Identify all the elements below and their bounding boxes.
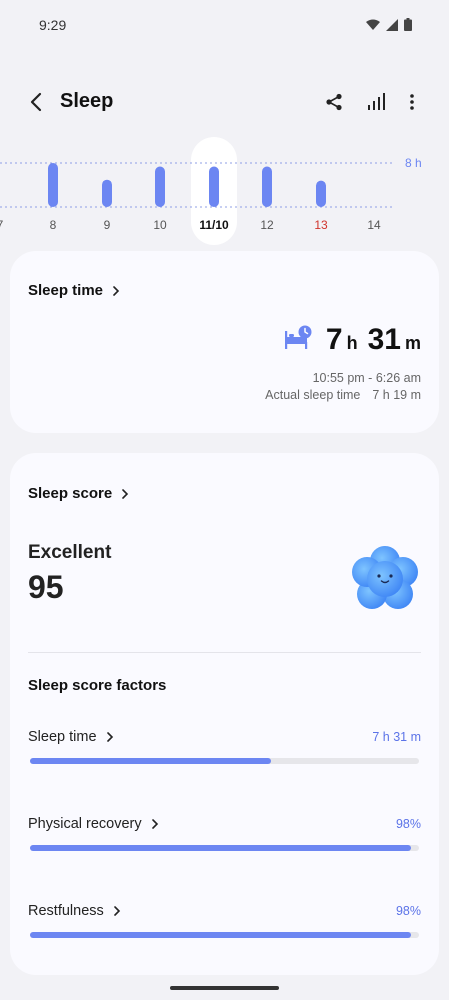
day-label: 13 xyxy=(314,218,328,232)
factor-sleep-time[interactable]: Sleep time 7 h 31 m xyxy=(28,729,421,769)
app-bar: Sleep xyxy=(0,80,449,124)
day-label: 14 xyxy=(367,218,381,232)
progress-fill xyxy=(30,845,412,851)
sleep-score-card[interactable]: Sleep score Excellent 95 Sleep score fac… xyxy=(10,453,439,975)
share-button[interactable] xyxy=(320,88,348,116)
factor-physical-recovery[interactable]: Physical recovery 98% xyxy=(28,816,421,856)
day-bar xyxy=(102,179,112,207)
trends-button[interactable] xyxy=(362,88,390,116)
factor-label: Restfulness xyxy=(28,903,122,919)
actual-sleep-label: Actual sleep time xyxy=(265,388,361,402)
more-vertical-icon xyxy=(410,94,414,110)
chevron-right-icon xyxy=(122,488,129,499)
day-label: 11/10 xyxy=(199,218,229,232)
factor-value: 7 h 31 m xyxy=(372,730,421,744)
sleep-score-header[interactable]: Sleep score xyxy=(28,485,130,502)
progress-track xyxy=(30,758,419,764)
divider xyxy=(28,652,421,653)
weekly-chart-svg: 8 h 7 8 9 10 11/10 12 13 14 xyxy=(0,137,422,245)
status-icons xyxy=(366,18,412,31)
factor-value: 98% xyxy=(395,904,421,918)
chevron-right-icon xyxy=(151,819,158,829)
bed-clock-icon xyxy=(285,325,312,349)
sleep-time-header[interactable]: Sleep time xyxy=(28,282,121,299)
wifi-icon xyxy=(366,19,380,30)
back-arrow-icon xyxy=(30,92,42,112)
day-bar xyxy=(48,163,58,207)
bar-chart-icon xyxy=(368,93,385,110)
page-title: Sleep xyxy=(60,90,114,112)
factor-value: 98% xyxy=(395,817,421,831)
weekly-sleep-chart[interactable]: 8 h 7 8 9 10 11/10 12 13 14 xyxy=(0,135,449,245)
factor-restfulness[interactable]: Restfulness 98% xyxy=(28,903,421,943)
sleep-time-card[interactable]: Sleep time 7 h 31 m 10:55 pm - 6:26 am A… xyxy=(10,251,439,433)
progress-track xyxy=(30,932,419,938)
sleep-duration: 7 h 31 m xyxy=(326,323,421,357)
goal-label: 8 h xyxy=(405,156,422,170)
day-bar xyxy=(155,166,165,207)
sleep-time-title: Sleep time xyxy=(28,282,104,299)
factor-name: Sleep time xyxy=(28,729,97,745)
factor-label: Sleep time xyxy=(28,729,115,745)
duration-hours-unit: h xyxy=(346,333,358,353)
chevron-right-icon xyxy=(113,285,120,296)
day-label: 8 xyxy=(50,218,57,232)
score-rating: Excellent xyxy=(28,542,112,563)
chevron-right-icon xyxy=(106,732,113,742)
day-label: 10 xyxy=(153,218,167,232)
chevron-right-icon xyxy=(113,906,120,916)
factors-title: Sleep score factors xyxy=(28,677,167,694)
happy-cloud-icon xyxy=(352,546,418,609)
day-bar xyxy=(209,166,219,207)
factor-name: Restfulness xyxy=(28,903,104,919)
gesture-nav-handle[interactable] xyxy=(170,986,279,990)
factor-name: Physical recovery xyxy=(28,816,142,832)
share-icon xyxy=(326,93,342,111)
duration-hours: 7 xyxy=(325,323,343,356)
back-button[interactable] xyxy=(22,88,50,116)
status-time: 9:29 xyxy=(39,17,67,33)
more-options-button[interactable] xyxy=(398,88,426,116)
progress-fill xyxy=(30,758,272,764)
day-bar xyxy=(316,180,326,207)
battery-icon xyxy=(404,18,412,31)
progress-fill xyxy=(30,932,412,938)
duration-minutes: 31 xyxy=(367,323,401,356)
actual-sleep-value: 7 h 19 m xyxy=(372,388,421,402)
day-bar xyxy=(262,166,272,207)
status-bar: 9:29 xyxy=(0,0,449,52)
duration-minutes-unit: m xyxy=(404,333,421,353)
actual-sleep-row: Actual sleep time 7 h 19 m xyxy=(265,388,421,402)
sleep-score-title: Sleep score xyxy=(28,485,113,502)
progress-track xyxy=(30,845,419,851)
cellular-icon xyxy=(386,18,398,31)
sleep-range: 10:55 pm - 6:26 am xyxy=(312,371,421,385)
day-label: 7 xyxy=(0,218,4,232)
score-value: 95 xyxy=(28,569,64,605)
day-label: 9 xyxy=(104,218,111,232)
factor-label: Physical recovery xyxy=(28,816,160,832)
day-label: 12 xyxy=(260,218,274,232)
